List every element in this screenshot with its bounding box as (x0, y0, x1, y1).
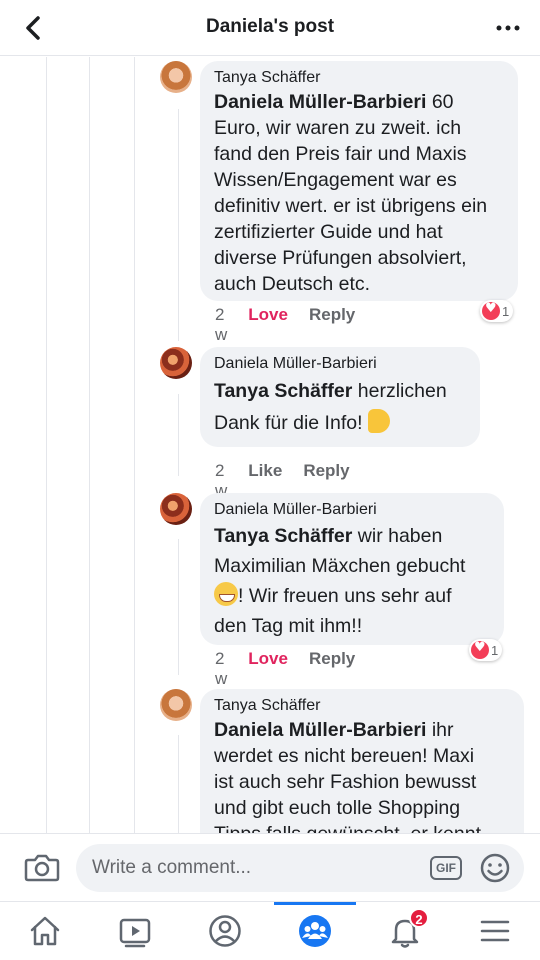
comment-body: herzlichen (352, 380, 447, 402)
reaction-summary[interactable]: 1 (480, 300, 514, 322)
comment-body: ist auch sehr Fashion bewusst (214, 771, 477, 793)
home-icon (30, 916, 60, 946)
thread-line (89, 57, 90, 833)
timestamp: 2 w (215, 649, 228, 688)
heart-icon (482, 301, 500, 320)
reply-button[interactable]: Reply (309, 305, 355, 345)
tab-groups[interactable] (285, 902, 345, 960)
reply-button[interactable]: Reply (309, 649, 355, 689)
comment-body: Tipps falls gewünscht, er kennt (214, 823, 481, 833)
tab-notifications[interactable]: 2 (375, 902, 435, 960)
profile-icon (209, 915, 241, 947)
comment-composer: GIF (0, 833, 540, 901)
ellipsis-icon (496, 25, 520, 31)
avatar[interactable] (160, 493, 192, 525)
avatar[interactable] (160, 347, 192, 379)
comment-input[interactable] (92, 844, 412, 892)
timestamp: 2 w (215, 305, 228, 344)
comment-actions: 2 w Love Reply (215, 649, 376, 689)
thread-line (178, 539, 179, 675)
reaction-count: 1 (502, 303, 510, 319)
comment-body: 60 Euro, wir waren zu zweit. ich fand de… (214, 91, 488, 295)
camera-icon (24, 854, 60, 882)
comment-actions: 2 w Love Reply (215, 305, 376, 345)
smiley-icon (480, 853, 510, 883)
gif-button[interactable]: GIF (430, 856, 462, 880)
love-button[interactable]: Love (248, 649, 288, 689)
comment-body: wir haben (352, 525, 443, 547)
thumbs-up-emoji-icon (367, 409, 390, 433)
hamburger-menu-icon (480, 920, 510, 942)
bottom-tab-bar: 2 (0, 901, 540, 960)
thread-line (178, 394, 179, 476)
comment-input-wrapper: GIF (76, 844, 524, 892)
comment-author[interactable]: Tanya Schäffer (214, 69, 504, 87)
comment-bubble[interactable]: Daniela Müller-Barbieri Tanya Schäffer h… (200, 347, 480, 447)
thread-line (178, 735, 179, 833)
heart-icon (471, 640, 489, 659)
thread-line (178, 109, 179, 341)
comment-text: Tanya Schäffer wir haben Maximilian Mäxch… (214, 521, 490, 641)
comment-bubble[interactable]: Tanya Schäffer Daniela Müller-Barbieri 6… (200, 61, 518, 301)
comment-author[interactable]: Tanya Schäffer (214, 697, 510, 715)
comment-text: Daniela Müller-Barbieri 60 Euro, wir war… (214, 89, 504, 297)
comment-thread[interactable]: Tanya Schäffer Daniela Müller-Barbieri 6… (0, 57, 540, 833)
mention-link[interactable]: Tanya Schäffer (214, 525, 352, 547)
thread-line (46, 57, 47, 833)
tab-home[interactable] (15, 902, 75, 960)
avatar[interactable] (160, 689, 192, 721)
comment-bubble[interactable]: Tanya Schäffer Daniela Müller-Barbieri i… (200, 689, 524, 833)
grinning-face-emoji-icon (214, 582, 238, 606)
tab-menu[interactable] (465, 902, 525, 960)
video-icon (119, 918, 151, 948)
comment-bubble[interactable]: Daniela Müller-Barbieri Tanya Schäffer w… (200, 493, 504, 645)
comment-body: den Tag mit ihm!! (214, 615, 363, 637)
comment-body: Maximilian Mäxchen gebucht (214, 555, 466, 577)
reaction-summary[interactable]: 1 (469, 639, 503, 661)
tab-profile[interactable] (195, 902, 255, 960)
notification-badge: 2 (409, 908, 429, 928)
mention-link[interactable]: Daniela Müller-Barbieri (214, 719, 426, 741)
mention-link[interactable]: Tanya Schäffer (214, 380, 352, 402)
camera-button[interactable] (24, 851, 60, 883)
comment-body: Dank für die Info! (214, 412, 368, 434)
comment-text: Tanya Schäffer herzlichen Dank für die In… (214, 375, 466, 439)
avatar[interactable] (160, 61, 192, 93)
groups-icon (299, 915, 331, 947)
love-button[interactable]: Love (248, 305, 288, 345)
comment-text: Daniela Müller-Barbieri ihr werdet es nic… (214, 717, 510, 833)
emoji-button[interactable] (479, 852, 511, 884)
mention-link[interactable]: Daniela Müller-Barbieri (214, 91, 426, 113)
more-options-button[interactable] (494, 16, 522, 40)
comment-body: ihr (426, 719, 454, 741)
reaction-count: 1 (491, 642, 499, 658)
comment-body: und gibt euch tolle Shopping (214, 797, 461, 819)
thread-line (134, 57, 135, 833)
comment-body: werdet es nicht bereuen! Maxi (214, 745, 475, 767)
comment-author[interactable]: Daniela Müller-Barbieri (214, 355, 466, 373)
tab-watch[interactable] (105, 902, 165, 960)
post-header: Daniela's post (0, 0, 540, 56)
comment-author[interactable]: Daniela Müller-Barbieri (214, 501, 490, 519)
comment-body: ! Wir freuen uns sehr auf (238, 585, 452, 607)
page-title: Daniela's post (205, 16, 335, 37)
